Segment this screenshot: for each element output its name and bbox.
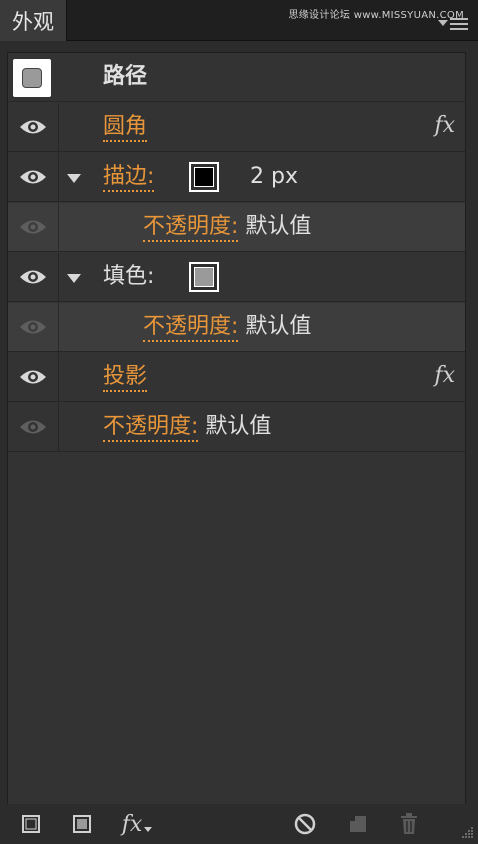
fx-icon[interactable]: fx [434, 113, 455, 138]
stroke-row[interactable]: 描边: 2 px [8, 153, 465, 202]
fx-icon[interactable]: fx [434, 363, 455, 388]
eye-icon [20, 220, 46, 234]
fx-icon: fx [121, 811, 143, 837]
drop-shadow-link[interactable]: 投影 [103, 364, 148, 392]
collapse-icon[interactable] [438, 20, 448, 26]
appearance-panel: 路径 圆角 fx 描边: 2 px 不透明度: 默认值 填色: 不透明度: 默认… [7, 52, 466, 806]
visibility-toggle[interactable] [8, 353, 59, 401]
visibility-toggle[interactable] [8, 403, 59, 451]
eye-icon [20, 170, 46, 184]
opacity-link[interactable]: 不透明度: [143, 214, 239, 242]
opacity-value: 默认值 [205, 414, 272, 439]
tab-label: 外观 [12, 9, 54, 34]
no-symbol-icon [294, 813, 316, 835]
visibility-toggle[interactable] [8, 153, 59, 201]
rounded-corners-link[interactable]: 圆角 [103, 114, 148, 142]
panel-menu-icon[interactable] [450, 18, 468, 32]
stroke-link[interactable]: 描边: [103, 164, 155, 192]
opacity-link[interactable]: 不透明度: [143, 314, 239, 342]
opacity-value: 默认值 [245, 214, 312, 239]
triangle-down-icon[interactable] [67, 174, 81, 183]
eye-icon [20, 420, 46, 434]
fill-label: 填色: [103, 264, 155, 289]
add-fill-icon [73, 815, 91, 833]
fill-row[interactable]: 填色: [8, 253, 465, 302]
eye-icon [20, 270, 46, 284]
object-row: 路径 [8, 53, 465, 102]
fill-swatch[interactable] [189, 262, 219, 292]
panel-title-bar: 外观 思缘设计论坛 www.MISSYUAN.COM [0, 0, 478, 41]
trash-icon [401, 813, 417, 834]
bottom-toolbar: fx [0, 804, 478, 844]
triangle-down-icon[interactable] [67, 274, 81, 283]
object-thumbnail [13, 59, 51, 97]
add-stroke-button[interactable] [18, 811, 44, 837]
visibility-toggle[interactable] [8, 103, 59, 151]
eye-icon [20, 370, 46, 384]
visibility-toggle[interactable] [8, 253, 59, 301]
clear-appearance-button[interactable] [292, 811, 318, 837]
stroke-weight-value[interactable]: 2 px [250, 153, 298, 201]
thumbnail-cell [8, 53, 58, 101]
effect-row-drop-shadow[interactable]: 投影 fx [8, 353, 465, 402]
delete-item-button[interactable] [396, 811, 422, 837]
eye-icon [20, 120, 46, 134]
opacity-link[interactable]: 不透明度: [103, 414, 199, 442]
opacity-value: 默认值 [245, 314, 312, 339]
add-fill-button[interactable] [69, 811, 95, 837]
object-label: 路径 [103, 64, 148, 89]
object-opacity-row[interactable]: 不透明度: 默认值 [8, 403, 465, 452]
tab-appearance[interactable]: 外观 [0, 0, 67, 41]
visibility-toggle[interactable] [8, 203, 59, 251]
add-stroke-icon [22, 815, 40, 833]
eye-icon [20, 320, 46, 334]
add-effect-button[interactable]: fx [117, 811, 157, 837]
duplicate-item-button[interactable] [345, 811, 371, 837]
dropdown-arrow-icon [144, 826, 153, 832]
fill-opacity-row[interactable]: 不透明度: 默认值 [8, 303, 465, 352]
stroke-swatch[interactable] [189, 162, 219, 192]
effect-row-rounded-corners[interactable]: 圆角 fx [8, 103, 465, 152]
visibility-toggle[interactable] [8, 303, 59, 351]
stroke-opacity-row[interactable]: 不透明度: 默认值 [8, 203, 465, 252]
duplicate-icon [350, 816, 366, 832]
watermark-text: 思缘设计论坛 www.MISSYUAN.COM [288, 10, 464, 21]
resize-grip-icon[interactable] [458, 824, 474, 840]
